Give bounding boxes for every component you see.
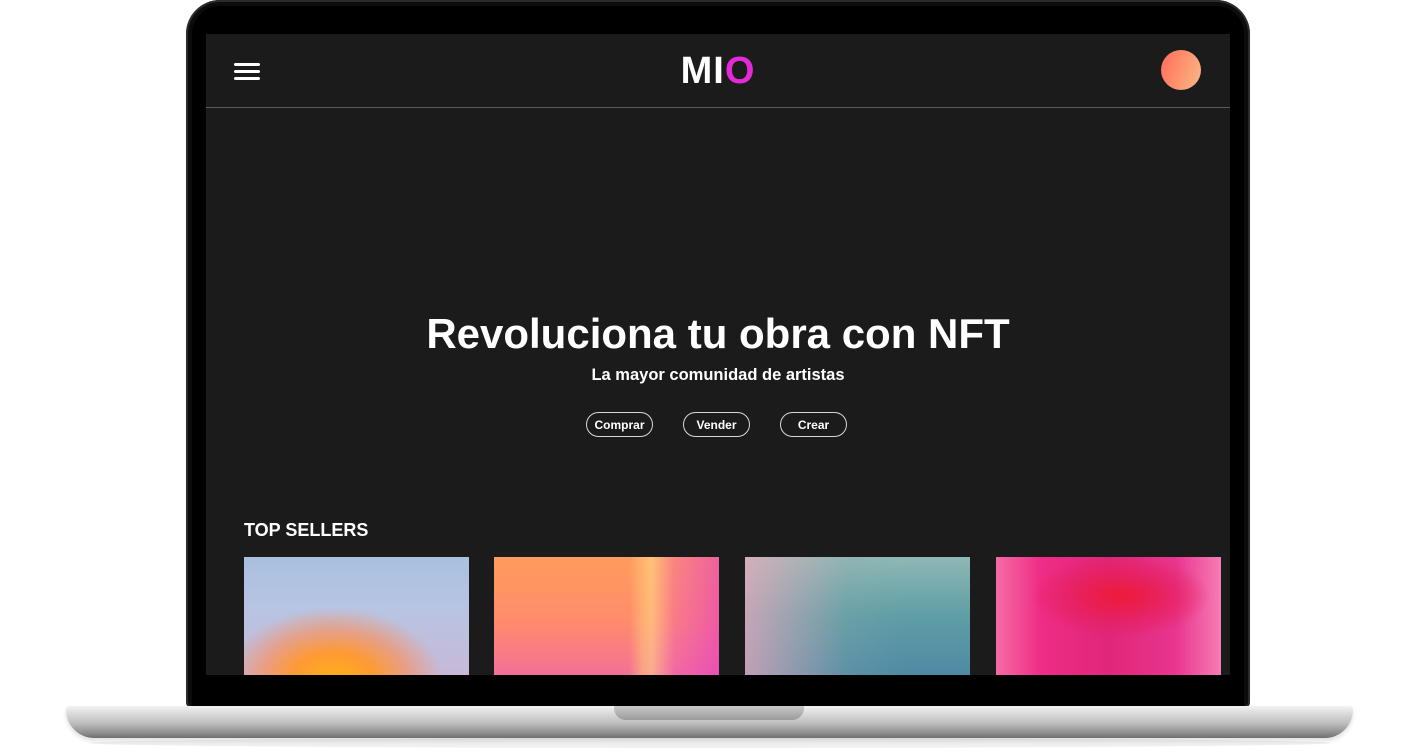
laptop-screen: MIO Revoluciona tu obra con NFT La mayor… [206, 34, 1230, 675]
comprar-button[interactable]: Comprar [586, 412, 653, 437]
hero-subtitle: La mayor comunidad de artistas [591, 366, 845, 384]
top-seller-card-2[interactable] [494, 557, 719, 675]
logo-text-main: MI [680, 50, 725, 92]
top-seller-card-3[interactable] [745, 557, 970, 675]
vender-button[interactable]: Vender [683, 412, 750, 437]
top-seller-card-4[interactable] [996, 557, 1221, 675]
laptop-base-shadow [90, 738, 1330, 748]
site-logo[interactable]: MIO [206, 50, 1230, 93]
hero-title: Revoluciona tu obra con NFT [426, 310, 1010, 357]
top-seller-card-1[interactable] [244, 557, 469, 675]
crear-button[interactable]: Crear [780, 412, 847, 437]
laptop-hinge-notch [614, 706, 804, 720]
avatar[interactable] [1161, 50, 1201, 90]
top-navigation-bar: MIO [206, 34, 1230, 108]
top-sellers-title: TOP SELLERS [244, 520, 369, 540]
logo-text-accent: O [724, 50, 756, 92]
